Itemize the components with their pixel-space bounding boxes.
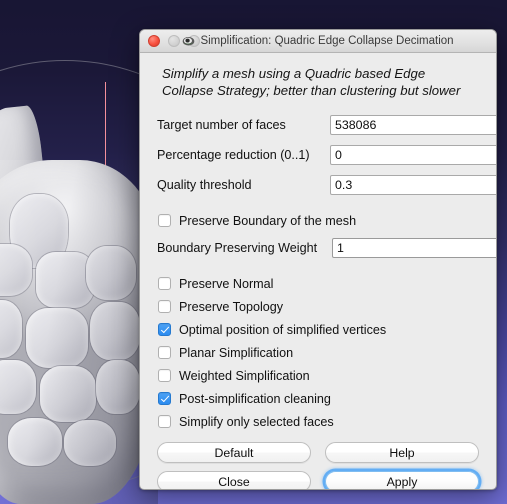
checkbox-row-preserve-topology[interactable]: Preserve Topology xyxy=(158,296,479,317)
label-weighted-simplification: Weighted Simplification xyxy=(179,368,310,383)
dialog-button-area: Default Help Close Apply xyxy=(140,434,496,489)
apply-button[interactable]: Apply xyxy=(325,471,479,489)
button-row-bottom: Close Apply xyxy=(157,471,479,489)
checkbox-row-planar-simplification[interactable]: Planar Simplification xyxy=(158,342,479,363)
dialog-body: Simplify a mesh using a Quadric based Ed… xyxy=(140,53,496,434)
checkbox-row-post-simplification-cleaning[interactable]: Post-simplification cleaning xyxy=(158,388,479,409)
label-planar-simplification: Planar Simplification xyxy=(179,345,294,360)
mesh-body-shell xyxy=(0,160,158,504)
label-preserve-boundary: Preserve Boundary of the mesh xyxy=(179,213,357,228)
close-icon[interactable] xyxy=(148,35,160,47)
boundary-preserving-weight-input[interactable] xyxy=(332,238,496,258)
checkbox-preserve-topology[interactable] xyxy=(158,300,171,313)
label-optimal-position: Optimal position of simplified vertices xyxy=(179,322,387,337)
checkbox-row-preserve-boundary[interactable]: Preserve Boundary of the mesh xyxy=(158,210,479,231)
label-target-number-of-faces: Target number of faces xyxy=(157,118,286,132)
checkbox-row-preserve-normal[interactable]: Preserve Normal xyxy=(158,273,479,294)
label-quality-threshold: Quality threshold xyxy=(157,178,252,192)
checkbox-optimal-position[interactable] xyxy=(158,323,171,336)
field-row-boundary-preserving-weight: Boundary Preserving Weight xyxy=(157,237,496,259)
button-row-top: Default Help xyxy=(157,442,479,463)
minimize-icon[interactable] xyxy=(168,35,180,47)
close-button[interactable]: Close xyxy=(157,471,311,489)
label-preserve-topology: Preserve Topology xyxy=(179,299,284,314)
checkbox-row-weighted-simplification[interactable]: Weighted Simplification xyxy=(158,365,479,386)
maximize-icon[interactable] xyxy=(188,35,200,47)
checkbox-preserve-boundary[interactable] xyxy=(158,214,171,227)
help-button[interactable]: Help xyxy=(325,442,479,463)
percentage-reduction-input[interactable] xyxy=(330,145,496,165)
label-percentage-reduction: Percentage reduction (0..1) xyxy=(157,148,310,162)
field-row-percentage-reduction: Percentage reduction (0..1) xyxy=(157,144,496,166)
dialog-titlebar[interactable]: Simplification: Quadric Edge Collapse De… xyxy=(140,30,496,53)
target-number-of-faces-input[interactable] xyxy=(330,115,496,135)
field-row-quality-threshold: Quality threshold xyxy=(157,174,496,196)
default-button[interactable]: Default xyxy=(157,442,311,463)
checkbox-planar-simplification[interactable] xyxy=(158,346,171,359)
simplification-dialog: Simplification: Quadric Edge Collapse De… xyxy=(139,29,497,490)
dialog-title: Simplification: Quadric Edge Collapse De… xyxy=(200,35,454,47)
checkbox-post-simplification-cleaning[interactable] xyxy=(158,392,171,405)
quality-threshold-input[interactable] xyxy=(330,175,496,195)
checkbox-row-simplify-only-selected-faces[interactable]: Simplify only selected faces xyxy=(158,411,479,432)
checkbox-row-optimal-position[interactable]: Optimal position of simplified vertices xyxy=(158,319,479,340)
label-post-simplification-cleaning: Post-simplification cleaning xyxy=(179,391,331,406)
field-row-target-number-of-faces: Target number of faces xyxy=(157,114,496,136)
dialog-description: Simplify a mesh using a Quadric based Ed… xyxy=(162,66,461,98)
checkbox-simplify-only-selected-faces[interactable] xyxy=(158,415,171,428)
label-boundary-preserving-weight: Boundary Preserving Weight xyxy=(157,241,318,255)
checkbox-preserve-normal[interactable] xyxy=(158,277,171,290)
checkbox-weighted-simplification[interactable] xyxy=(158,369,171,382)
label-preserve-normal: Preserve Normal xyxy=(179,276,274,291)
label-simplify-only-selected-faces: Simplify only selected faces xyxy=(179,414,334,429)
